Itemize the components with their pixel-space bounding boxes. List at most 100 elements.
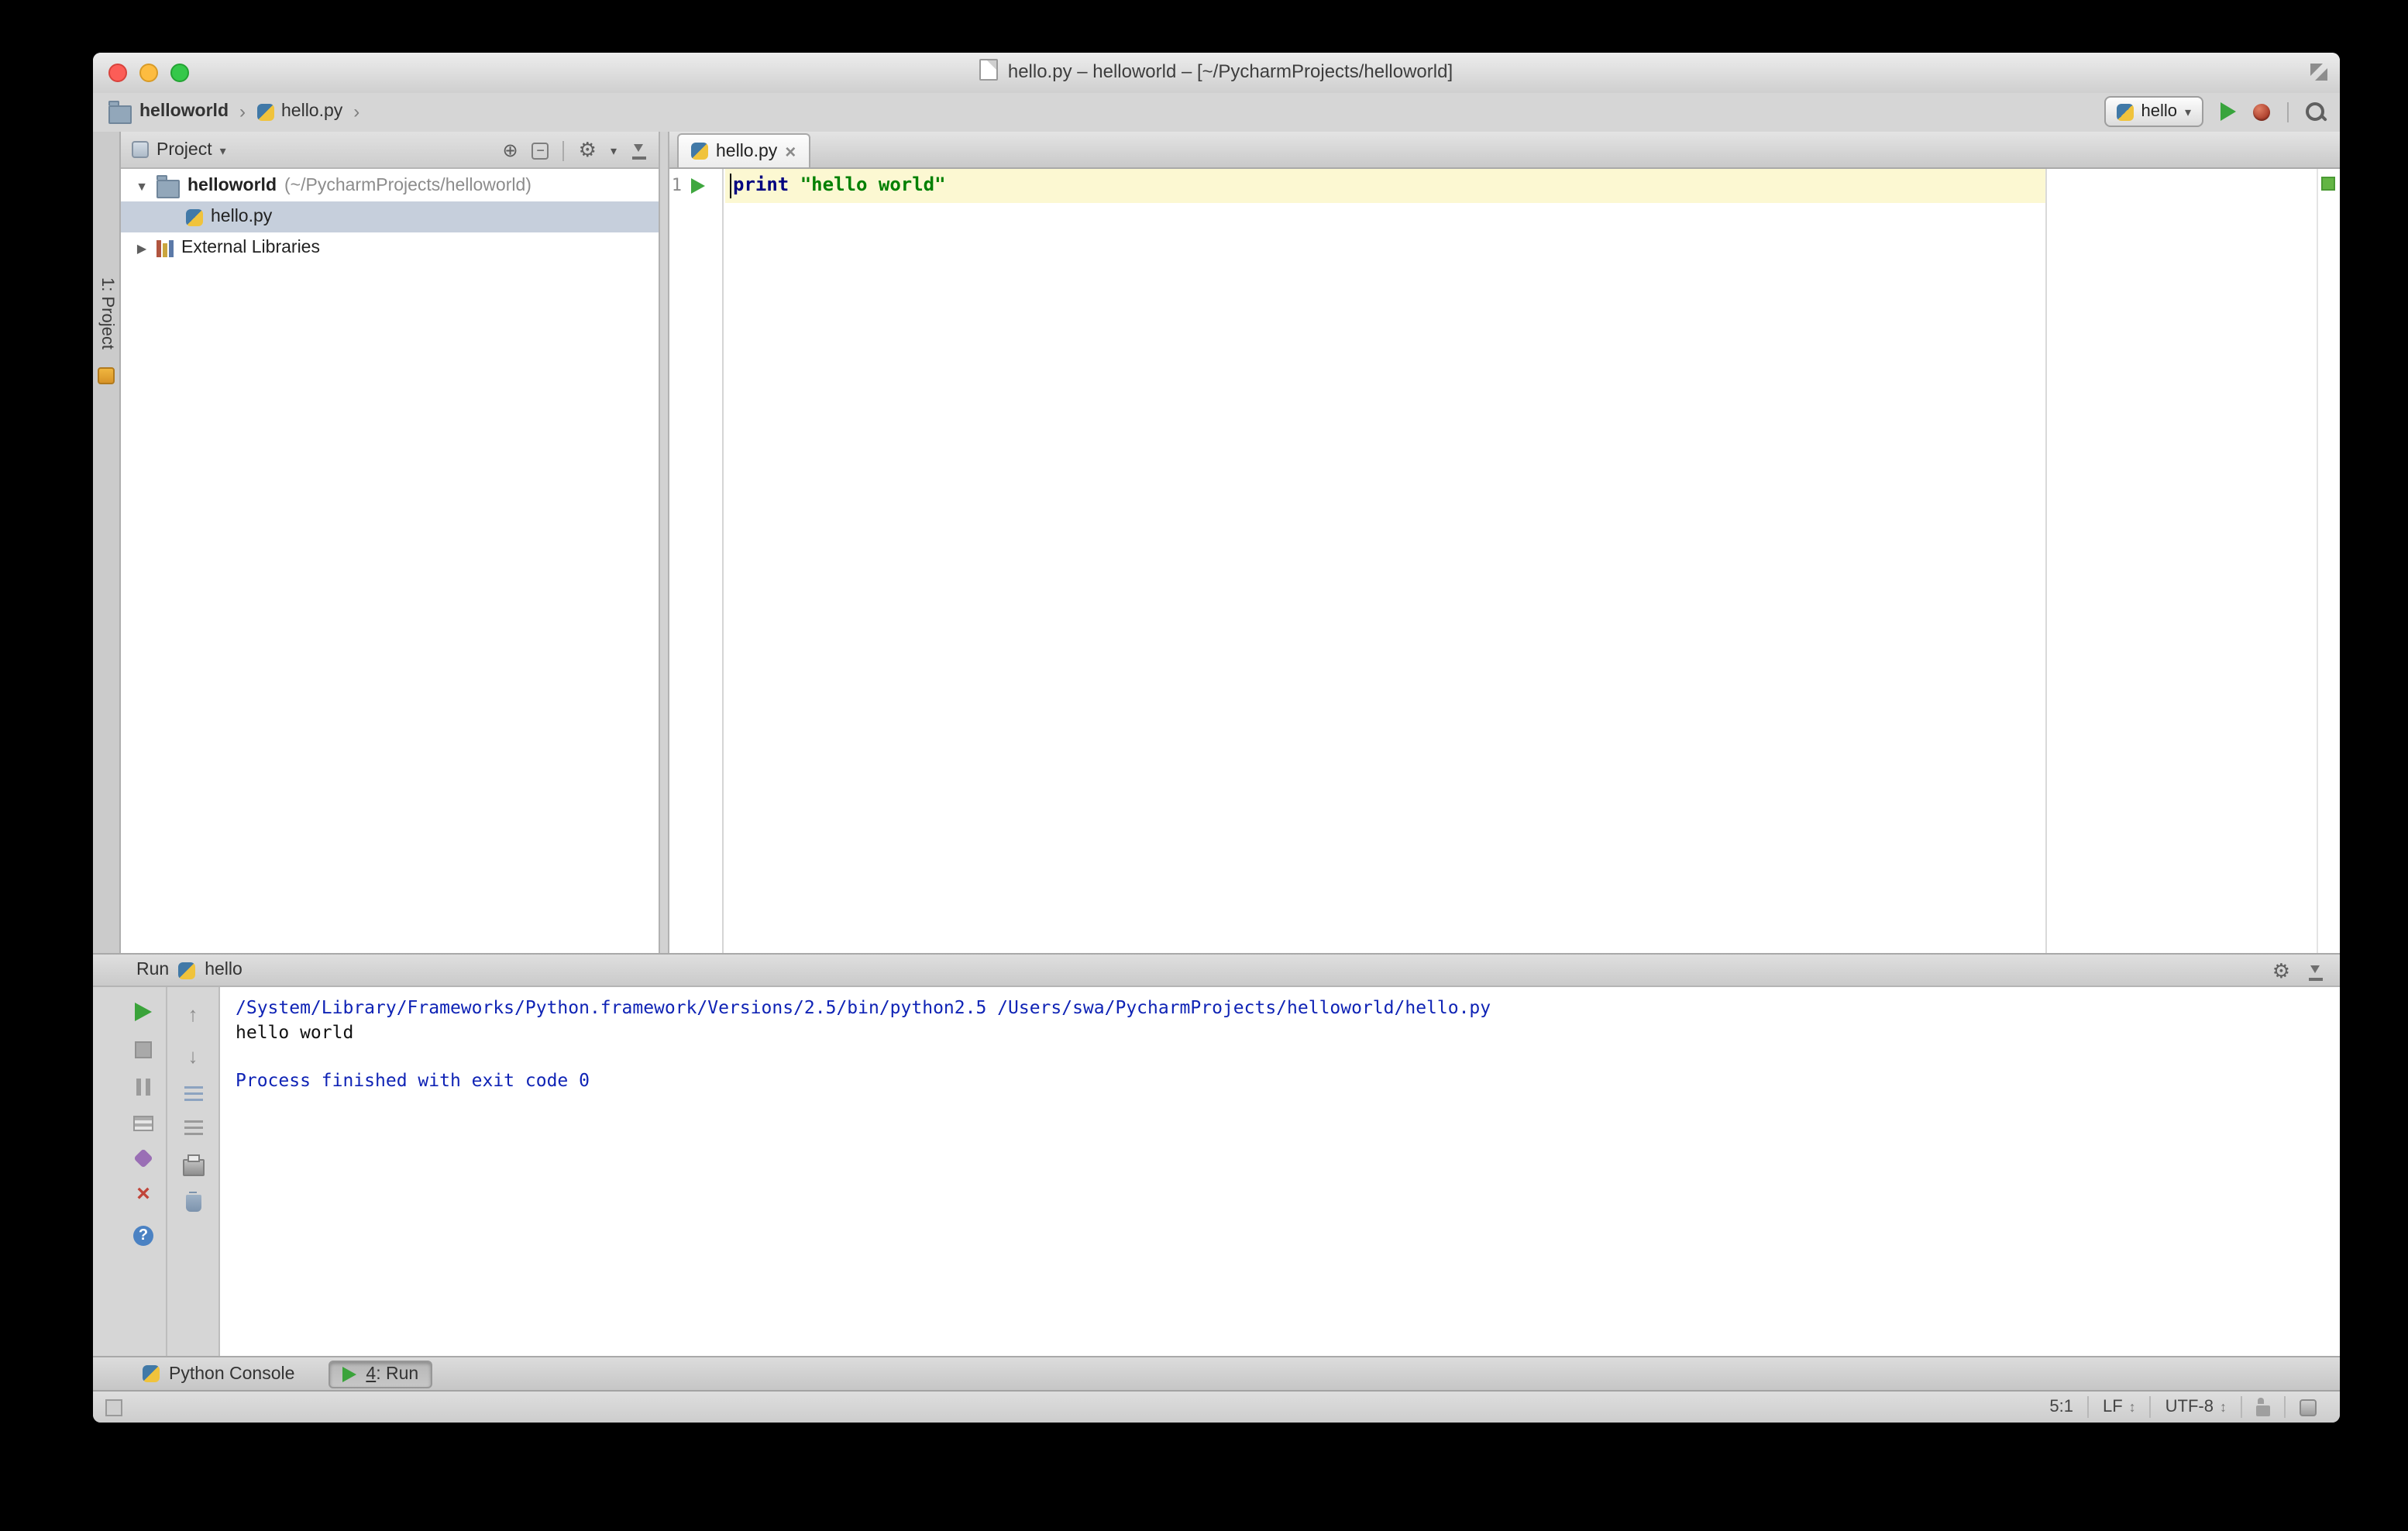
code-keyword: print	[733, 174, 789, 195]
locate-file-icon[interactable]	[503, 139, 518, 161]
tree-row-root[interactable]: helloworld (~/PycharmProjects/helloworld…	[121, 170, 659, 201]
inspection-marker-bar[interactable]	[2317, 169, 2340, 953]
pause-output-button[interactable]	[135, 1079, 152, 1096]
python-console-button[interactable]: Python Console	[130, 1360, 307, 1388]
status-bar: 5:1 LF UTF-8	[93, 1390, 2340, 1423]
python-file-icon	[186, 208, 203, 225]
traffic-lights	[108, 64, 189, 82]
run-console[interactable]: /System/Library/Frameworks/Python.framew…	[220, 987, 2340, 1356]
minimize-button[interactable]	[139, 64, 158, 82]
debug-button[interactable]	[2253, 103, 2270, 120]
folder-icon	[108, 100, 132, 123]
run-panel-header[interactable]: Run hello	[93, 953, 2340, 987]
navigation-bar: helloworld hello.py hello	[93, 93, 2340, 133]
chevron-down-icon[interactable]	[220, 140, 226, 159]
show-running-list-icon[interactable]	[133, 1116, 153, 1131]
run-toolbar: hello	[2104, 93, 2324, 130]
scroll-to-end-icon[interactable]	[184, 1120, 202, 1136]
project-panel: Project helloworld (~/PycharmProjects/he…	[121, 132, 660, 953]
console-line: Process finished with exit code 0	[236, 1068, 590, 1090]
toolbar-separator	[562, 140, 565, 160]
help-button[interactable]: ?	[133, 1226, 153, 1246]
run-button[interactable]	[2221, 102, 2236, 121]
expanded-arrow-icon[interactable]	[135, 179, 149, 193]
document-icon	[979, 59, 999, 81]
run-panel-tools	[2272, 955, 2324, 989]
updown-arrows-icon	[2129, 1398, 2136, 1416]
caret-position-widget[interactable]: 5:1	[2035, 1396, 2087, 1418]
chevron-down-icon	[611, 141, 617, 160]
run-config-name: hello	[205, 961, 243, 979]
project-panel-tools	[503, 132, 648, 169]
panel-splitter[interactable]	[660, 132, 669, 953]
toolwindows-toggle-icon[interactable]	[105, 1399, 122, 1416]
readonly-widget[interactable]	[2241, 1396, 2284, 1418]
console-line: hello world	[236, 1020, 354, 1042]
breadcrumb-file[interactable]: hello.py	[281, 102, 342, 121]
chevron-right-icon	[236, 101, 249, 122]
python-file-icon	[256, 103, 273, 120]
project-tree: helloworld (~/PycharmProjects/helloworld…	[121, 169, 659, 263]
down-stack-trace-icon[interactable]	[188, 1044, 198, 1068]
editor-body[interactable]: 1 print "hello world"	[669, 169, 2340, 953]
right-margin-guide	[2045, 169, 2047, 953]
run-toolwindow-button[interactable]: 4: Run	[329, 1360, 433, 1388]
project-stripe-icon[interactable]	[98, 367, 115, 384]
run-config-select[interactable]: hello	[2104, 96, 2203, 127]
chevron-right-icon	[350, 101, 363, 122]
window-title-text: hello.py – helloworld – [~/PycharmProjec…	[1007, 60, 1453, 82]
libraries-icon	[157, 239, 174, 256]
status-widgets: 5:1 LF UTF-8	[2035, 1392, 2331, 1423]
title-bar[interactable]: hello.py – helloworld – [~/PycharmProjec…	[93, 53, 2340, 95]
zoom-button[interactable]	[170, 64, 189, 82]
collapsed-arrow-icon[interactable]	[135, 241, 149, 255]
run-config-label: hello	[2141, 102, 2177, 121]
encoding-widget[interactable]: UTF-8	[2149, 1396, 2241, 1418]
search-icon[interactable]	[2306, 102, 2324, 121]
close-panel-button[interactable]	[136, 1185, 150, 1206]
project-root-path: (~/PycharmProjects/helloworld)	[284, 177, 531, 195]
hide-panel-icon[interactable]	[631, 142, 648, 159]
project-root-name: helloworld	[187, 177, 277, 195]
gear-icon[interactable]	[579, 138, 597, 163]
code-line: print "hello world"	[733, 174, 946, 195]
editor-area: hello.py 1 print "hello world"	[669, 132, 2340, 953]
highlighting-level-widget[interactable]	[2284, 1396, 2331, 1418]
libraries-label: External Libraries	[181, 239, 320, 257]
close-button[interactable]	[108, 64, 127, 82]
stop-button[interactable]	[135, 1041, 152, 1058]
up-stack-trace-icon[interactable]	[188, 1003, 198, 1026]
breadcrumb: helloworld hello.py	[108, 93, 363, 130]
hide-panel-icon[interactable]	[2307, 963, 2324, 980]
pycharm-window: hello.py – helloworld – [~/PycharmProjec…	[93, 53, 2340, 1423]
tree-row-libraries[interactable]: External Libraries	[121, 232, 659, 263]
desktop-background: hello.py – helloworld – [~/PycharmProjec…	[0, 0, 2408, 1531]
line-ending-text: LF	[2102, 1398, 2123, 1416]
console-toolbar	[167, 987, 220, 1356]
python-icon	[2116, 103, 2134, 120]
python-icon	[178, 962, 196, 979]
rerun-button[interactable]	[135, 1003, 152, 1021]
line-ending-widget[interactable]: LF	[2086, 1396, 2150, 1418]
breadcrumb-project[interactable]: helloworld	[139, 102, 229, 121]
fullscreen-icon[interactable]	[2310, 64, 2327, 81]
toolwindow-stripe: 1: Project	[93, 132, 121, 953]
project-stripe-button[interactable]: 1: Project	[98, 277, 116, 349]
collapse-all-icon[interactable]	[531, 142, 549, 159]
editor-tab[interactable]: hello.py	[677, 133, 810, 167]
soft-wrap-icon[interactable]	[184, 1086, 202, 1102]
restore-layout-icon[interactable]	[133, 1148, 153, 1168]
run-line-icon[interactable]	[691, 178, 705, 194]
text-caret	[730, 174, 731, 198]
clear-console-icon[interactable]	[185, 1192, 201, 1212]
chevron-down-icon	[2185, 102, 2191, 121]
gear-icon[interactable]	[2272, 959, 2290, 984]
run-icon	[342, 1366, 357, 1381]
project-panel-header: Project	[121, 132, 659, 169]
tab-close-icon[interactable]	[785, 140, 796, 162]
project-panel-title[interactable]: Project	[157, 140, 212, 159]
inspection-status-marker[interactable]	[2321, 177, 2335, 191]
code-string: "hello world"	[800, 174, 946, 195]
tree-row-file[interactable]: hello.py	[121, 201, 659, 232]
print-icon[interactable]	[182, 1154, 204, 1176]
